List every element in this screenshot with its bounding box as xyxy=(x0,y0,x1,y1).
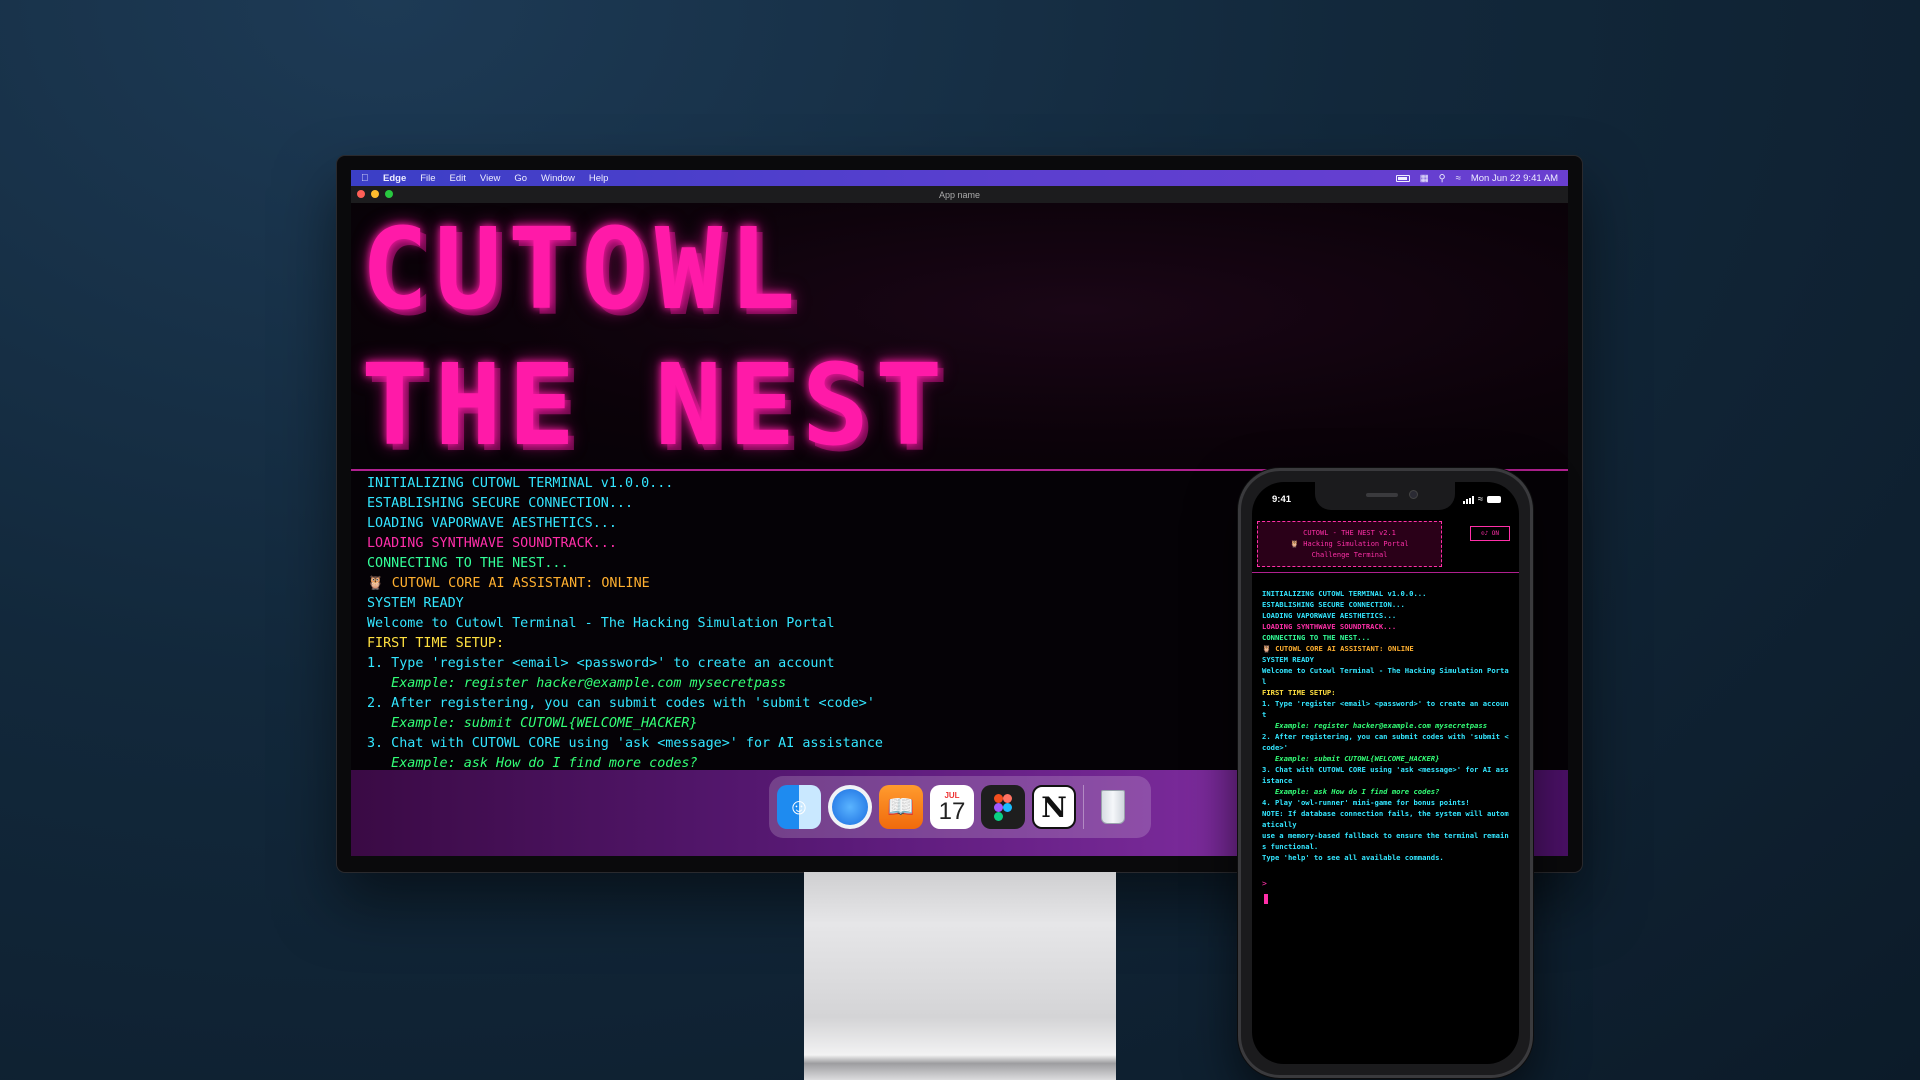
sound-toggle-button[interactable]: ⊙♪ ON xyxy=(1470,526,1510,541)
phone-prompt[interactable]: > xyxy=(1262,879,1267,888)
terminal-line: FIRST TIME SETUP: xyxy=(367,636,505,651)
phone-header-subtitle: 🦉 Hacking Simulation Portal xyxy=(1290,540,1409,548)
phone-status-icons: ≈ xyxy=(1462,494,1501,505)
menu-edge[interactable]: Edge xyxy=(383,173,406,184)
figma-icon[interactable] xyxy=(981,785,1025,829)
phone-notch xyxy=(1315,482,1455,510)
dock-separator xyxy=(1083,785,1084,829)
phone-terminal-output: INITIALIZING CUTOWL TERMINAL v1.0.0... E… xyxy=(1262,588,1512,863)
terminal-line: Example: submit CUTOWL{WELCOME_HACKER} xyxy=(367,716,698,731)
terminal-line: SYSTEM READY xyxy=(367,596,464,611)
terminal-line: FIRST TIME SETUP: xyxy=(1262,688,1336,697)
iphone-mockup: 9:41 ≈ CUTOWL - THE NEST v2.1 🦉 Hacking … xyxy=(1238,468,1533,1078)
terminal-line: Type 'help' to see all available command… xyxy=(1262,853,1444,862)
terminal-line: 3. Chat with CUTOWL CORE using 'ask <mes… xyxy=(1262,765,1509,785)
search-icon[interactable]: ⚲ xyxy=(1439,173,1446,184)
signal-icon xyxy=(1462,495,1474,504)
menu-bar-datetime[interactable]: Mon Jun 22 9:41 AM xyxy=(1471,173,1558,184)
window-title-bar: App name xyxy=(351,186,1568,203)
menu-view[interactable]: View xyxy=(480,173,500,184)
zoom-window-button[interactable] xyxy=(385,190,393,198)
terminal-line: SYSTEM READY xyxy=(1262,655,1314,664)
terminal-line: Example: submit CUTOWL{WELCOME_HACKER} xyxy=(1262,754,1440,763)
control-center-icon[interactable]: ▦ xyxy=(1420,173,1429,184)
finder-icon[interactable]: ☺ xyxy=(777,785,821,829)
terminal-line: LOADING VAPORWAVE AESTHETICS... xyxy=(367,516,617,531)
banner-title-cutowl: CUTOWL xyxy=(361,205,802,335)
notion-icon[interactable]: N xyxy=(1032,785,1076,829)
terminal-line: 2. After registering, you can submit cod… xyxy=(367,696,875,711)
window-controls xyxy=(357,190,393,198)
terminal-line: 3. Chat with CUTOWL CORE using 'ask <mes… xyxy=(367,736,883,751)
ascii-banner: CUTOWL THE NEST xyxy=(351,203,1568,471)
terminal-line: ESTABLISHING SECURE CONNECTION... xyxy=(367,496,634,511)
terminal-line: LOADING SYNTHWAVE SOUNDTRACK... xyxy=(1262,622,1397,631)
terminal-line: 4. Play 'owl-runner' mini-game for bonus… xyxy=(1262,798,1470,807)
phone-screen: 9:41 ≈ CUTOWL - THE NEST v2.1 🦉 Hacking … xyxy=(1252,482,1519,1064)
terminal-line: Example: register hacker@example.com mys… xyxy=(367,676,787,691)
phone-header-caption: Challenge Terminal xyxy=(1311,551,1388,559)
window-title: App name xyxy=(938,189,981,200)
terminal-line: LOADING VAPORWAVE AESTHETICS... xyxy=(1262,611,1397,620)
battery-icon[interactable] xyxy=(1395,174,1410,182)
wifi-icon[interactable]: ≈ xyxy=(1456,173,1461,184)
terminal-line: LOADING SYNTHWAVE SOUNDTRACK... xyxy=(367,536,617,551)
terminal-line: use a memory-based fallback to ensure th… xyxy=(1262,831,1509,851)
trash-icon[interactable] xyxy=(1091,785,1135,829)
wifi-icon: ≈ xyxy=(1477,494,1483,505)
phone-header-title: CUTOWL - THE NEST v2.1 xyxy=(1303,529,1396,537)
close-window-button[interactable] xyxy=(357,190,365,198)
speaker-grille xyxy=(1366,493,1398,497)
terminal-line: Example: ask How do I find more codes? xyxy=(1262,787,1440,796)
terminal-line: 🦉 CUTOWL CORE AI ASSISTANT: ONLINE xyxy=(367,576,650,591)
menu-go[interactable]: Go xyxy=(514,173,527,184)
calendar-day: 17 xyxy=(938,797,966,825)
menu-window[interactable]: Window xyxy=(541,173,575,184)
banner-title-the-nest: THE NEST xyxy=(361,341,949,471)
monitor-stand xyxy=(804,872,1116,1080)
terminal-line: CONNECTING TO THE NEST... xyxy=(1262,633,1371,642)
camera-icon xyxy=(1409,490,1418,499)
terminal-line: 2. After registering, you can submit cod… xyxy=(1262,732,1509,752)
terminal-line: INITIALIZING CUTOWL TERMINAL v1.0.0... xyxy=(1262,589,1427,598)
terminal-line: NOTE: If database connection fails, the … xyxy=(1262,809,1509,829)
phone-text-cursor[interactable] xyxy=(1264,894,1268,904)
dock: ☺ 📖 JUL 17 N xyxy=(769,776,1151,838)
terminal-output: INITIALIZING CUTOWL TERMINAL v1.0.0... E… xyxy=(367,474,1247,774)
phone-terminal-header: CUTOWL - THE NEST v2.1 🦉 Hacking Simulat… xyxy=(1257,521,1442,567)
terminal-line: Welcome to Cutowl Terminal - The Hacking… xyxy=(1262,666,1509,686)
terminal-line: Welcome to Cutowl Terminal - The Hacking… xyxy=(367,616,835,631)
terminal-line: 1. Type 'register <email> <password>' to… xyxy=(367,656,835,671)
menu-edit[interactable]: Edit xyxy=(450,173,466,184)
minimize-window-button[interactable] xyxy=(371,190,379,198)
phone-divider xyxy=(1252,572,1519,573)
menu-file[interactable]: File xyxy=(420,173,435,184)
terminal-line: ESTABLISHING SECURE CONNECTION... xyxy=(1262,600,1405,609)
terminal-line: Example: register hacker@example.com mys… xyxy=(1262,721,1488,730)
mac-menu-bar:  Edge File Edit View Go Window Help ▦ ⚲… xyxy=(351,170,1568,186)
calendar-icon[interactable]: JUL 17 xyxy=(930,785,974,829)
books-icon[interactable]: 📖 xyxy=(879,785,923,829)
terminal-line: 1. Type 'register <email> <password>' to… xyxy=(1262,699,1509,719)
battery-icon xyxy=(1487,496,1501,503)
menu-bar-status: ▦ ⚲ ≈ Mon Jun 22 9:41 AM xyxy=(1395,173,1558,184)
apple-icon[interactable]:  xyxy=(361,173,375,184)
safari-icon[interactable] xyxy=(828,785,872,829)
terminal-line: 🦉 CUTOWL CORE AI ASSISTANT: ONLINE xyxy=(1262,644,1414,653)
terminal-line: INITIALIZING CUTOWL TERMINAL v1.0.0... xyxy=(367,476,674,491)
terminal-line: CONNECTING TO THE NEST... xyxy=(367,556,569,571)
menu-help[interactable]: Help xyxy=(589,173,609,184)
phone-time: 9:41 xyxy=(1272,494,1292,505)
